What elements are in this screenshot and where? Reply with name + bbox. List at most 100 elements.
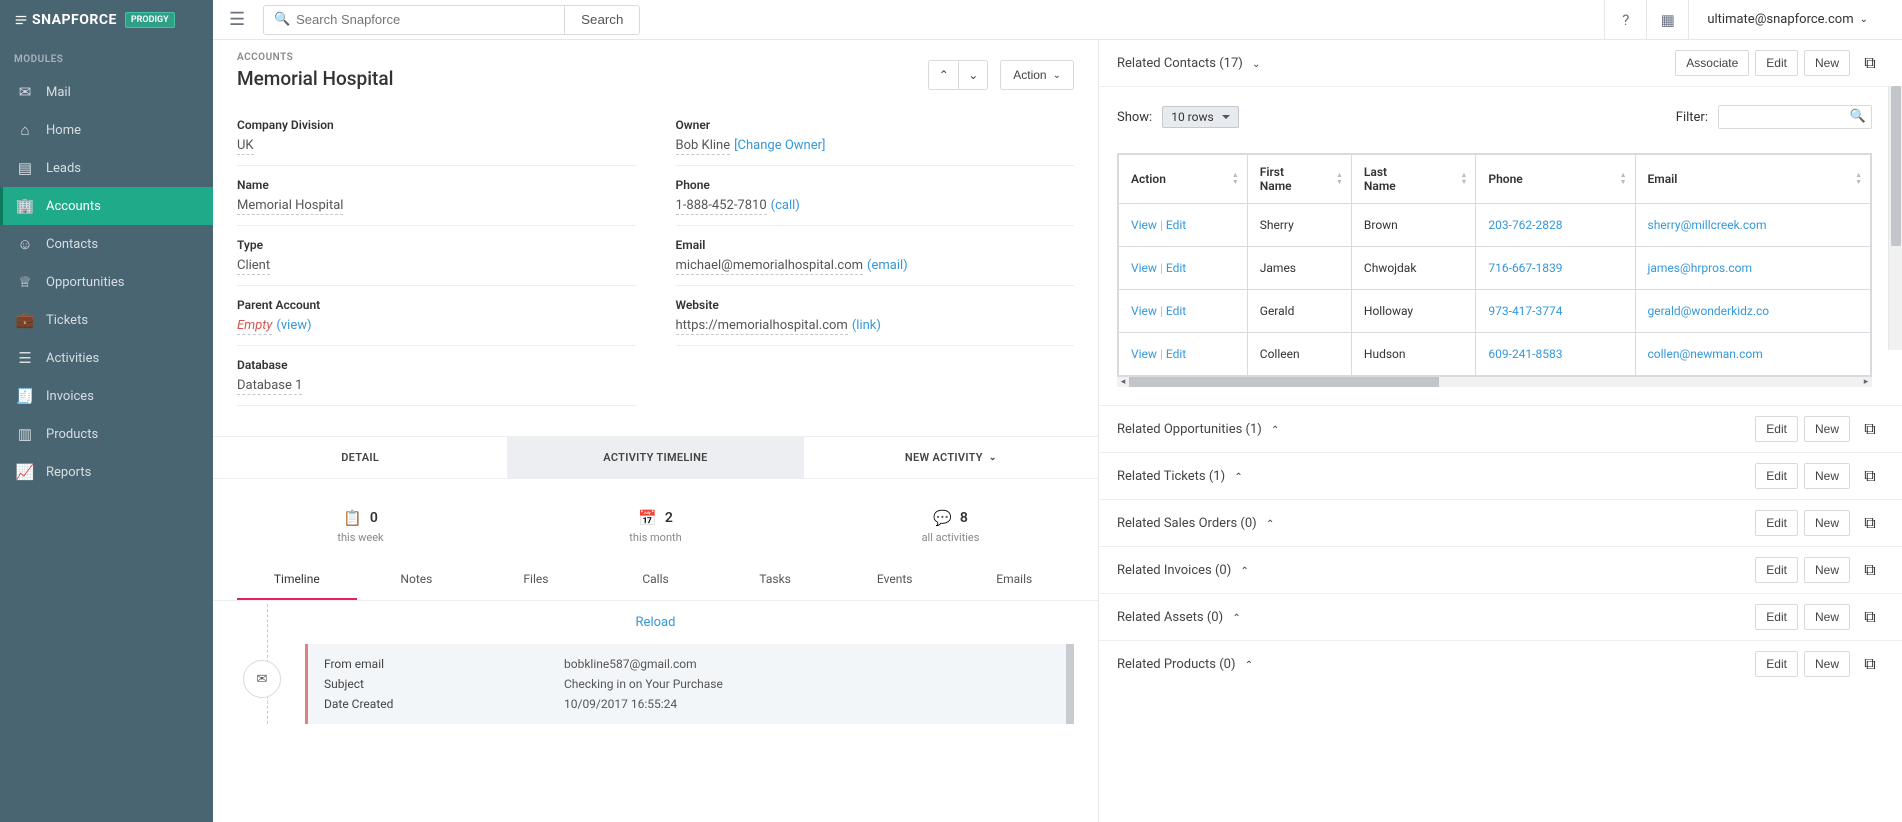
- edit-link[interactable]: Edit: [1166, 261, 1186, 275]
- view-link[interactable]: View: [1131, 347, 1157, 361]
- table-horizontal-scrollbar[interactable]: ◂ ▸: [1117, 377, 1872, 387]
- phone-link[interactable]: 609-241-8583: [1488, 347, 1562, 361]
- rows-select[interactable]: 10 rows: [1162, 106, 1238, 128]
- open-external-icon[interactable]: ⧉: [1856, 651, 1884, 677]
- field-value[interactable]: Database 1: [237, 378, 302, 395]
- tab-detail[interactable]: DETAIL: [213, 437, 508, 479]
- related-section-toggle[interactable]: Related Invoices (0) ⌃: [1117, 563, 1249, 578]
- table-header[interactable]: LastName▲▼: [1351, 155, 1476, 204]
- next-record-button[interactable]: ⌄: [958, 60, 988, 90]
- related-section-toggle[interactable]: Related Tickets (1) ⌃: [1117, 469, 1243, 484]
- search-button[interactable]: Search: [564, 6, 639, 34]
- scrollbar-thumb[interactable]: [1129, 377, 1439, 387]
- new-button[interactable]: New: [1804, 651, 1850, 677]
- field-value[interactable]: https://memorialhospital.com: [676, 318, 848, 335]
- field-value[interactable]: Bob Kline: [676, 138, 731, 155]
- edit-button[interactable]: Edit: [1755, 604, 1798, 630]
- edit-link[interactable]: Edit: [1166, 218, 1186, 232]
- open-external-icon[interactable]: ⧉: [1856, 50, 1884, 76]
- open-external-icon[interactable]: ⧉: [1856, 557, 1884, 583]
- action-menu-button[interactable]: Action ⌄: [1000, 60, 1074, 90]
- subtab-notes[interactable]: Notes: [357, 560, 477, 600]
- new-button[interactable]: New: [1804, 463, 1850, 489]
- edit-button[interactable]: Edit: [1755, 463, 1798, 489]
- action-link[interactable]: (call): [771, 198, 800, 213]
- phone-link[interactable]: 716-667-1839: [1488, 261, 1562, 275]
- subtab-calls[interactable]: Calls: [596, 560, 716, 600]
- action-link[interactable]: (view): [276, 318, 311, 333]
- open-external-icon[interactable]: ⧉: [1856, 416, 1884, 442]
- tab-activity-timeline[interactable]: ACTIVITY TIMELINE: [508, 437, 803, 479]
- associate-button[interactable]: Associate: [1675, 50, 1749, 76]
- new-button[interactable]: New: [1804, 557, 1850, 583]
- related-section-toggle[interactable]: Related Products (0) ⌃: [1117, 657, 1253, 672]
- table-header[interactable]: Phone▲▼: [1476, 155, 1635, 204]
- view-link[interactable]: View: [1131, 218, 1157, 232]
- field-value[interactable]: Client: [237, 258, 270, 275]
- brand-logo[interactable]: SNAPFORCE PRODIGY: [0, 0, 213, 40]
- edit-button[interactable]: Edit: [1755, 510, 1798, 536]
- email-link[interactable]: sherry@millcreek.com: [1648, 218, 1767, 232]
- open-external-icon[interactable]: ⧉: [1856, 463, 1884, 489]
- timeline-card[interactable]: From email bobkline587@gmail.com Subject…: [305, 644, 1074, 724]
- sidebar-item-reports[interactable]: 📈 Reports: [0, 453, 213, 491]
- field-value[interactable]: Empty: [237, 318, 272, 335]
- field-value[interactable]: michael@memorialhospital.com: [676, 258, 864, 275]
- menu-toggle-icon[interactable]: ☰: [229, 9, 245, 30]
- sidebar-item-mail[interactable]: ✉ Mail: [0, 73, 213, 111]
- subtab-events[interactable]: Events: [835, 560, 955, 600]
- sidebar-item-opportunities[interactable]: ♕ Opportunities: [0, 263, 213, 301]
- sidebar-item-home[interactable]: ⌂ Home: [0, 111, 213, 149]
- table-header[interactable]: Action▲▼: [1119, 155, 1248, 204]
- edit-button[interactable]: Edit: [1755, 416, 1798, 442]
- subtab-emails[interactable]: Emails: [954, 560, 1074, 600]
- field-value[interactable]: Memorial Hospital: [237, 198, 343, 215]
- new-button[interactable]: New: [1804, 416, 1850, 442]
- tab-new-activity[interactable]: NEW ACTIVITY ⌄: [804, 437, 1098, 479]
- email-link[interactable]: collen@newman.com: [1648, 347, 1763, 361]
- subtab-files[interactable]: Files: [476, 560, 596, 600]
- email-link[interactable]: gerald@wonderkidz.co: [1648, 304, 1770, 318]
- edit-button[interactable]: Edit: [1755, 557, 1798, 583]
- edit-link[interactable]: Edit: [1166, 304, 1186, 318]
- scroll-right-icon[interactable]: ▸: [1860, 377, 1872, 387]
- edit-button[interactable]: Edit: [1755, 651, 1798, 677]
- subtab-tasks[interactable]: Tasks: [715, 560, 835, 600]
- sidebar-item-accounts[interactable]: 🏢 Accounts: [0, 187, 213, 225]
- new-button[interactable]: New: [1804, 604, 1850, 630]
- field-value[interactable]: UK: [237, 138, 254, 155]
- change-owner-link[interactable]: [Change Owner]: [734, 138, 825, 153]
- related-contacts-toggle[interactable]: Related Contacts (17) ⌄: [1117, 56, 1260, 71]
- related-scrollbar[interactable]: [1888, 86, 1902, 350]
- subtab-timeline[interactable]: Timeline: [237, 560, 357, 600]
- help-icon[interactable]: ?: [1604, 0, 1646, 40]
- new-button[interactable]: New: [1804, 50, 1850, 76]
- edit-button[interactable]: Edit: [1755, 50, 1798, 76]
- open-external-icon[interactable]: ⧉: [1856, 604, 1884, 630]
- related-section-toggle[interactable]: Related Opportunities (1) ⌃: [1117, 422, 1279, 437]
- user-menu[interactable]: ultimate@snapforce.com ⌄: [1688, 0, 1886, 40]
- calendar-icon[interactable]: ▦: [1646, 0, 1688, 40]
- related-section-toggle[interactable]: Related Sales Orders (0) ⌃: [1117, 516, 1274, 531]
- new-button[interactable]: New: [1804, 510, 1850, 536]
- table-header[interactable]: Email▲▼: [1635, 155, 1871, 204]
- sidebar-item-leads[interactable]: ▤ Leads: [0, 149, 213, 187]
- view-link[interactable]: View: [1131, 261, 1157, 275]
- sidebar-item-activities[interactable]: ☰ Activities: [0, 339, 213, 377]
- email-link[interactable]: james@hrpros.com: [1648, 261, 1752, 275]
- field-value[interactable]: 1-888-452-7810: [676, 198, 767, 215]
- table-header[interactable]: FirstName▲▼: [1247, 155, 1351, 204]
- sidebar-item-contacts[interactable]: ☺ Contacts: [0, 225, 213, 263]
- related-section-toggle[interactable]: Related Assets (0) ⌃: [1117, 610, 1241, 625]
- phone-link[interactable]: 203-762-2828: [1488, 218, 1562, 232]
- action-link[interactable]: (link): [852, 318, 881, 333]
- scroll-left-icon[interactable]: ◂: [1117, 377, 1129, 387]
- sidebar-item-products[interactable]: ▥ Products: [0, 415, 213, 453]
- open-external-icon[interactable]: ⧉: [1856, 510, 1884, 536]
- prev-record-button[interactable]: ⌃: [928, 60, 958, 90]
- sidebar-item-tickets[interactable]: 💼 Tickets: [0, 301, 213, 339]
- reload-link[interactable]: Reload: [213, 601, 1098, 644]
- phone-link[interactable]: 973-417-3774: [1488, 304, 1562, 318]
- view-link[interactable]: View: [1131, 304, 1157, 318]
- timeline-subject-link[interactable]: Checking in on Your Purchase: [564, 677, 723, 691]
